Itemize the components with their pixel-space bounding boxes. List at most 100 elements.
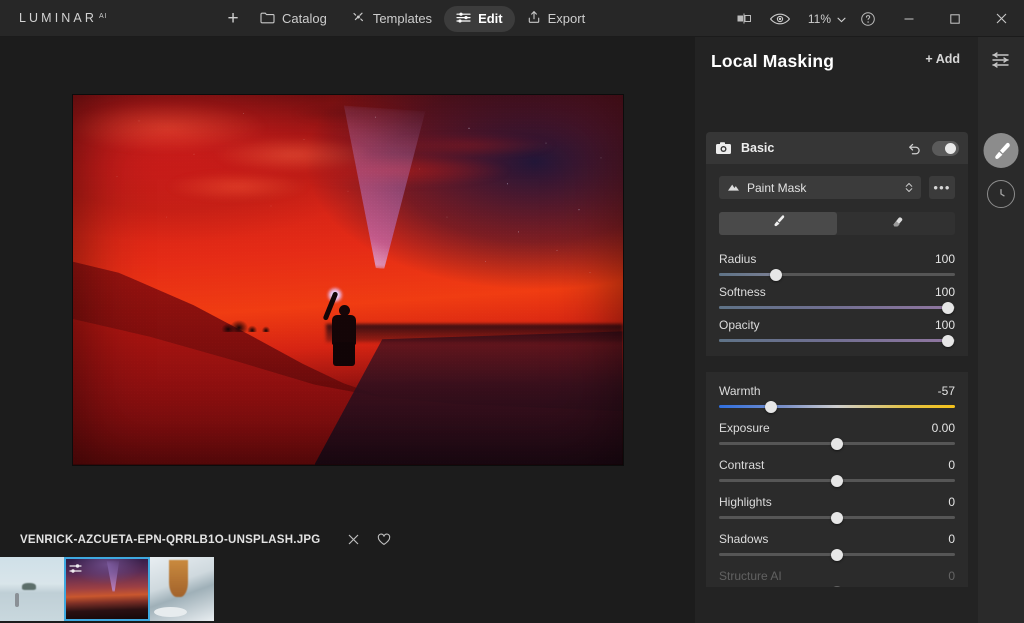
- split-view-icon[interactable]: [726, 0, 762, 37]
- slider-label: Highlights: [719, 495, 772, 509]
- panel-header: Local Masking + Add: [695, 37, 1024, 85]
- editor-workspace: VENRICK-AZCUETA-EPN-QRRLB1O-UNSPLASH.JPG: [0, 37, 695, 623]
- add-mask-button[interactable]: + Add: [925, 52, 960, 66]
- slider-thumb[interactable]: [831, 548, 843, 561]
- camera-icon: [715, 141, 732, 156]
- slider-value: -57: [937, 384, 955, 398]
- slider-thumb[interactable]: [941, 334, 954, 347]
- slider-value: 0: [948, 495, 955, 509]
- list-item[interactable]: [0, 557, 64, 621]
- filmstrip[interactable]: [0, 557, 695, 623]
- slider-track[interactable]: [719, 474, 955, 487]
- list-item[interactable]: [64, 557, 150, 621]
- toolbar-nav: + Catalog Templates Edit Export: [218, 0, 597, 37]
- undo-icon[interactable]: [904, 138, 924, 158]
- mask-tool-segment: [719, 212, 955, 235]
- file-action-group: [343, 529, 395, 551]
- zoom-level-control[interactable]: 11%: [798, 12, 850, 26]
- layer-visibility-toggle[interactable]: [932, 140, 959, 156]
- question-circle-icon[interactable]: [850, 0, 886, 37]
- slider-value: 0: [948, 569, 955, 583]
- brush-tool-button[interactable]: [719, 212, 837, 235]
- toolbar-right-controls: 11%: [726, 0, 1024, 37]
- app-logo-superscript: AI: [98, 13, 108, 20]
- slider-value: 100: [934, 285, 955, 299]
- slider-thumb[interactable]: [831, 585, 843, 587]
- tab-catalog[interactable]: Catalog: [248, 6, 339, 32]
- panel-scroll-area[interactable]: Basic Paint Mask ••• Radius 100 Softness…: [695, 84, 1024, 587]
- sparkle-icon: [351, 10, 366, 27]
- sliders-icon: [456, 11, 471, 27]
- slider-value: 0: [948, 532, 955, 546]
- history-clock-icon[interactable]: [987, 180, 1015, 208]
- minimize-icon[interactable]: [886, 0, 932, 37]
- slider-track[interactable]: [719, 548, 955, 561]
- mask-type-row: Paint Mask •••: [706, 176, 968, 199]
- heart-icon[interactable]: [373, 529, 395, 551]
- slider-thumb[interactable]: [764, 400, 777, 413]
- folder-icon: [260, 11, 275, 27]
- luminar-ai-window: LUMINAR AI + Catalog Templates Edit Expo…: [0, 0, 1024, 623]
- brush-icon: [771, 214, 786, 233]
- chevron-updown-icon: [905, 182, 913, 193]
- list-item[interactable]: [150, 557, 214, 621]
- slider-track[interactable]: [719, 334, 955, 347]
- slider-radius[interactable]: Radius 100: [719, 252, 955, 281]
- slider-thumb[interactable]: [831, 474, 843, 487]
- upload-icon: [527, 10, 541, 27]
- close-icon[interactable]: [978, 0, 1024, 37]
- mask-type-select[interactable]: Paint Mask: [719, 176, 921, 199]
- tab-edit-label: Edit: [478, 11, 503, 26]
- slider-label: Softness: [719, 285, 766, 299]
- slider-value: 100: [934, 318, 955, 332]
- file-info-bar: VENRICK-AZCUETA-EPN-QRRLB1O-UNSPLASH.JPG: [0, 522, 695, 557]
- tab-catalog-label: Catalog: [282, 11, 327, 26]
- tab-export[interactable]: Export: [515, 6, 598, 32]
- card-body-basic: Paint Mask ••• Radius 100 Softness 100 O…: [706, 164, 968, 587]
- slider-thumb[interactable]: [941, 301, 954, 314]
- slider-track[interactable]: [719, 301, 955, 314]
- slider-label: Radius: [719, 252, 757, 266]
- eraser-icon: [889, 214, 904, 233]
- maximize-icon[interactable]: [932, 0, 978, 37]
- slider-structure-ai[interactable]: Structure AI 0: [719, 569, 955, 587]
- slider-track[interactable]: [719, 511, 955, 524]
- tab-templates-label: Templates: [372, 11, 433, 26]
- slider-thumb[interactable]: [831, 511, 843, 524]
- tab-edit[interactable]: Edit: [444, 5, 515, 32]
- slider-value: 0: [948, 458, 955, 472]
- tab-export-label: Export: [547, 11, 586, 26]
- add-photos-label: +: [227, 7, 239, 29]
- mask-options-button[interactable]: •••: [929, 176, 955, 199]
- brush-icon[interactable]: [983, 133, 1019, 168]
- slider-track[interactable]: [719, 400, 955, 413]
- slider-label: Shadows: [719, 532, 769, 546]
- card-title: Basic: [741, 141, 775, 155]
- adjustments-icon[interactable]: [988, 49, 1014, 71]
- eye-icon[interactable]: [762, 0, 798, 37]
- slider-shadows[interactable]: Shadows 0: [719, 532, 955, 561]
- add-photos-button[interactable]: +: [218, 6, 248, 32]
- eraser-tool-button[interactable]: [837, 212, 955, 235]
- group-divider: [706, 356, 968, 372]
- right-panel: Local Masking + Add Basic Paint Mask •••…: [695, 37, 1024, 623]
- slider-highlights[interactable]: Highlights 0: [719, 495, 955, 524]
- slider-label: Contrast: [719, 458, 765, 472]
- slider-softness[interactable]: Softness 100: [719, 285, 955, 314]
- slider-track[interactable]: [719, 268, 955, 281]
- slider-exposure[interactable]: Exposure 0.00: [719, 421, 955, 450]
- app-logo: LUMINAR AI: [19, 11, 108, 25]
- slider-contrast[interactable]: Contrast 0: [719, 458, 955, 487]
- slider-track[interactable]: [719, 437, 955, 450]
- slider-label: Warmth: [719, 384, 761, 398]
- slider-thumb[interactable]: [769, 268, 782, 281]
- slider-opacity[interactable]: Opacity 100: [719, 318, 955, 347]
- slider-thumb[interactable]: [831, 437, 843, 450]
- right-rail: [978, 37, 1024, 623]
- photo-preview[interactable]: [72, 94, 623, 465]
- basic-mask-card: Basic Paint Mask ••• Radius 100 Softness…: [706, 132, 968, 587]
- close-icon[interactable]: [343, 529, 365, 551]
- tab-templates[interactable]: Templates: [339, 6, 444, 32]
- canvas-area[interactable]: [0, 37, 695, 522]
- slider-warmth[interactable]: Warmth -57: [719, 384, 955, 413]
